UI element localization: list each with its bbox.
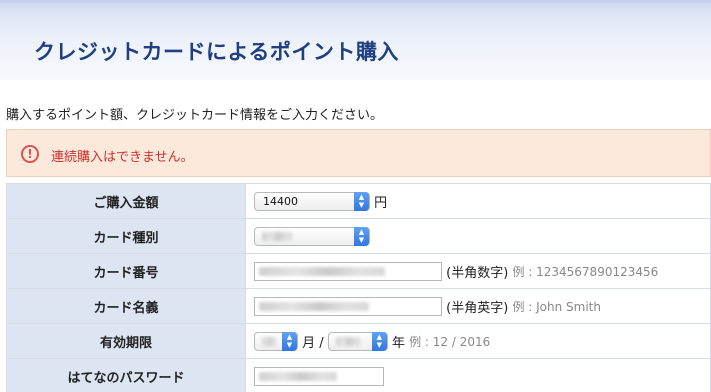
exclamation-icon: ! <box>21 145 39 163</box>
error-alert: ! 連続購入はできません。 <box>6 129 711 177</box>
expiry-month-unit: 月 / <box>302 335 324 351</box>
form-row-card-number: カード番号 (半角数字) 例 : 1234567890123456 <box>6 253 711 289</box>
intro-text: 購入するポイント額、クレジットカード情報をご入力ください。 <box>6 108 384 123</box>
form-row-amount: ご購入金額 14400 ▲ ▼ 円 <box>6 183 711 219</box>
card-number-input[interactable] <box>254 261 442 281</box>
select-arrows-icon: ▲ ▼ <box>282 331 297 351</box>
redacted-value <box>259 266 385 276</box>
card-number-label: カード番号 <box>6 253 246 289</box>
card-name-label: カード名義 <box>6 288 246 324</box>
card-type-label: カード種別 <box>6 218 246 254</box>
expiry-label: 有効期限 <box>6 323 246 359</box>
card-number-cell: (半角数字) 例 : 1234567890123456 <box>245 253 711 289</box>
amount-unit: 円 <box>374 195 388 211</box>
redacted-value <box>335 336 360 346</box>
expiry-cell: ▲ ▼ 月 / ▲ ▼ 年 例 : 12 / 2016 <box>245 323 711 359</box>
amount-select-value: 14400 <box>263 194 298 208</box>
amount-select[interactable]: 14400 ▲ ▼ <box>254 191 370 211</box>
select-arrows-icon: ▲ ▼ <box>354 226 369 246</box>
redacted-value <box>262 336 276 346</box>
alert-message: 連続購入はできません。 <box>51 150 194 165</box>
card-number-example: 例 : 1234567890123456 <box>512 264 659 279</box>
form-row-password: はてなのパスワード <box>6 358 711 392</box>
card-type-cell: ▲ ▼ <box>245 218 711 254</box>
card-name-input[interactable] <box>254 296 442 316</box>
card-type-select[interactable]: ▲ ▼ <box>254 226 370 246</box>
redacted-value <box>259 371 337 381</box>
redacted-value <box>262 231 292 241</box>
password-input[interactable] <box>254 366 384 386</box>
select-arrows-icon: ▲ ▼ <box>354 191 369 211</box>
page-title: クレジットカードによるポイント購入 <box>34 40 399 64</box>
expiry-month-select[interactable]: ▲ ▼ <box>254 331 298 351</box>
card-name-cell: (半角英字) 例 : John Smith <box>245 288 711 324</box>
select-arrows-icon: ▲ ▼ <box>371 331 387 351</box>
password-label: はてなのパスワード <box>6 358 246 392</box>
form-row-expiry: 有効期限 ▲ ▼ 月 / ▲ ▼ 年 例 : 12 / 2016 <box>6 323 711 359</box>
card-name-example: 例 : John Smith <box>512 299 601 314</box>
expiry-year-unit: 年 <box>391 335 405 351</box>
card-name-hint: (半角英字) <box>446 300 509 316</box>
expiry-example: 例 : 12 / 2016 <box>409 334 491 349</box>
card-number-hint: (半角数字) <box>446 265 509 281</box>
payment-form-table: ご購入金額 14400 ▲ ▼ 円 カード種別 ▲ ▼ カード番号 (半角数字) 例… <box>6 183 711 392</box>
page-header: クレジットカードによるポイント購入 <box>0 0 711 80</box>
form-row-card-name: カード名義 (半角英字) 例 : John Smith <box>6 288 711 324</box>
amount-cell: 14400 ▲ ▼ 円 <box>245 183 711 219</box>
password-cell <box>245 358 711 392</box>
expiry-year-select[interactable]: ▲ ▼ <box>327 331 388 351</box>
redacted-value <box>259 301 369 311</box>
form-row-card-type: カード種別 ▲ ▼ <box>6 218 711 254</box>
amount-label: ご購入金額 <box>6 183 246 219</box>
